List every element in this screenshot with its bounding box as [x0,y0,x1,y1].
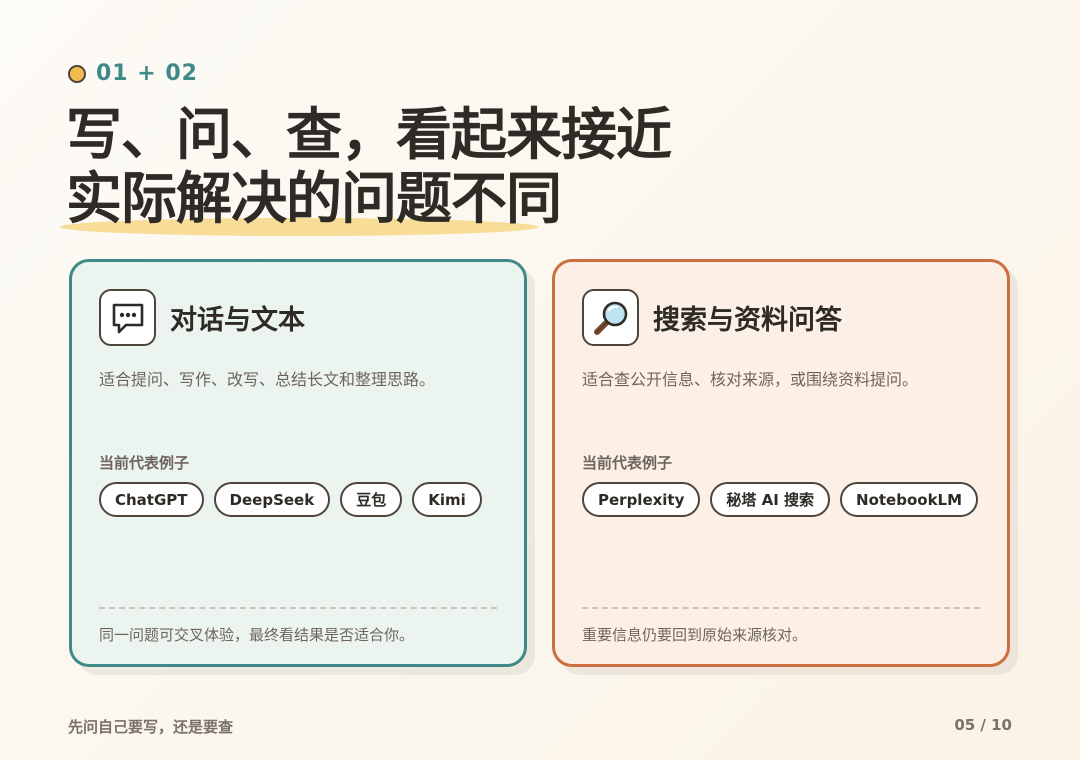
example-chips: Perplexity 秘塔 AI 搜索 NotebookLM [582,482,979,517]
page-title: 写、问、查，看起来接近 实际解决的问题不同 [60,103,672,236]
chip-doubao[interactable]: 豆包 [340,482,403,517]
speech-bubble-icon [99,289,156,346]
card-description: 适合查公开信息、核对来源，或围绕资料提问。 [582,370,919,389]
card-footnote: 重要信息仍要回到原始来源核对。 [582,626,808,644]
section-eyebrow: 01 + 02 [68,61,198,86]
dashed-divider [99,607,497,609]
dot-icon [68,64,86,83]
example-chips: ChatGPT DeepSeek 豆包 Kimi [99,482,482,517]
chip-metaso[interactable]: 秘塔 AI 搜索 [710,482,831,517]
dashed-divider [582,607,980,609]
chip-perplexity[interactable]: Perplexity [582,482,701,517]
footer-caption: 先问自己要写，还是要查 [68,718,234,736]
magnifier-icon [582,289,639,346]
examples-label: 当前代表例子 [582,454,673,472]
chip-notebooklm[interactable]: NotebookLM [840,482,979,517]
card-search-qa: 搜索与资料问答 适合查公开信息、核对来源，或围绕资料提问。 当前代表例子 Per… [552,259,1010,667]
card-header: 对话与文本 [99,289,305,346]
card-title: 对话与文本 [170,305,305,336]
card-footnote: 同一问题可交叉体验，最终看结果是否适合你。 [99,626,415,644]
page-number: 05 / 10 [954,716,1012,734]
chip-kimi[interactable]: Kimi [412,482,482,517]
card-title: 搜索与资料问答 [653,305,842,336]
title-line-2: 实际解决的问题不同 [66,167,562,232]
title-line-1: 写、问、查，看起来接近 [66,103,672,168]
title-line-2-wrap: 实际解决的问题不同 [60,167,671,236]
examples-label: 当前代表例子 [99,454,190,472]
card-chat-text: 对话与文本 适合提问、写作、改写、总结长文和整理思路。 当前代表例子 ChatG… [69,259,527,667]
chip-deepseek[interactable]: DeepSeek [213,482,331,517]
chip-chatgpt[interactable]: ChatGPT [99,482,204,517]
card-description: 适合提问、写作、改写、总结长文和整理思路。 [99,370,436,389]
section-number: 01 + 02 [96,61,198,86]
card-header: 搜索与资料问答 [582,289,842,346]
